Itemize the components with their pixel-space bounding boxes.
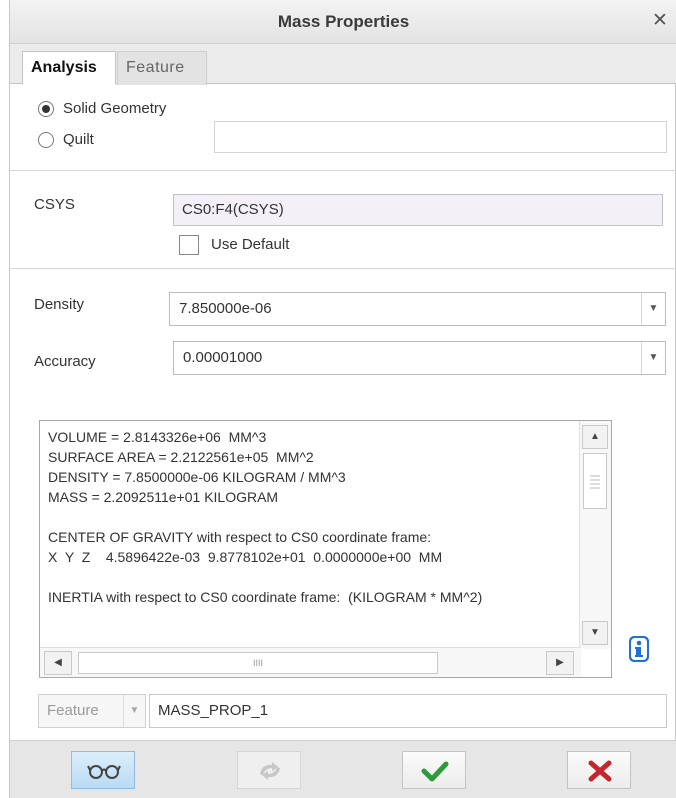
glasses-icon — [87, 765, 121, 779]
use-default-checkbox[interactable] — [179, 235, 199, 255]
mass-properties-dialog: Mass Properties ✕ Analysis Feature Solid… — [9, 0, 676, 798]
info-icon[interactable] — [626, 634, 652, 664]
results-line: SURFACE AREA = 2.2122561e+05 MM^2 — [48, 449, 314, 465]
close-icon[interactable]: ✕ — [649, 10, 671, 32]
results-line — [48, 507, 576, 527]
feature-name-input[interactable]: MASS_PROP_1 — [149, 694, 667, 728]
scroll-up-icon[interactable]: ▲ — [582, 425, 608, 449]
results-text: VOLUME = 2.8143326e+06 MM^3 SURFACE AREA … — [48, 427, 576, 649]
bottom-button-bar — [10, 740, 676, 798]
solid-geometry-label: Solid Geometry — [63, 100, 167, 117]
divider — [10, 268, 676, 269]
title-bar[interactable]: Mass Properties ✕ — [10, 0, 676, 44]
chevron-down-icon[interactable]: ▼ — [641, 293, 665, 325]
quilt-label: Quilt — [63, 131, 94, 148]
accuracy-combo[interactable]: 0.00001000 ▼ — [173, 341, 666, 375]
horizontal-scrollbar[interactable]: ◀ IIII ▶ — [40, 647, 581, 677]
chevron-down-icon[interactable]: ▼ — [641, 342, 665, 374]
accuracy-value: 0.00001000 — [183, 349, 263, 366]
divider — [10, 170, 676, 171]
tab-analysis[interactable]: Analysis — [22, 51, 116, 85]
results-panel[interactable]: VOLUME = 2.8143326e+06 MM^3 SURFACE AREA … — [39, 420, 612, 678]
quilt-input[interactable] — [214, 121, 667, 153]
tab-strip: Analysis Feature — [10, 44, 676, 85]
results-line — [48, 567, 576, 587]
density-label: Density — [34, 296, 85, 313]
csys-field[interactable]: CS0:F4(CSYS) — [173, 194, 663, 226]
grip-icon — [590, 475, 600, 489]
quilt-radio[interactable] — [38, 132, 54, 148]
vertical-scroll-thumb[interactable] — [583, 453, 607, 509]
density-combo[interactable]: 7.850000e-06 ▼ — [169, 292, 666, 326]
results-line: X Y Z 4.5896422e-03 9.8778102e+01 0.0000… — [48, 549, 443, 565]
results-line: DENSITY = 7.8500000e-06 KILOGRAM / MM^3 — [48, 469, 346, 485]
solid-geometry-radio[interactable] — [38, 101, 54, 117]
repeat-button[interactable] — [237, 751, 301, 789]
cancel-x-icon — [588, 760, 612, 782]
csys-label: CSYS — [34, 196, 75, 213]
horizontal-scroll-thumb[interactable]: IIII — [78, 652, 438, 674]
density-value: 7.850000e-06 — [179, 300, 272, 317]
results-line: CENTER OF GRAVITY with respect to CS0 co… — [48, 529, 432, 545]
checkmark-icon — [421, 761, 449, 782]
repeat-icon — [260, 762, 280, 780]
feature-type-label: Feature — [47, 702, 99, 719]
scroll-left-icon[interactable]: ◀ — [44, 651, 72, 675]
results-line: VOLUME = 2.8143326e+06 MM^3 — [48, 429, 267, 445]
scroll-down-icon[interactable]: ▼ — [582, 621, 608, 645]
results-line: MASS = 2.2092511e+01 KILOGRAM — [48, 489, 279, 505]
vertical-scrollbar[interactable]: ▲ ▼ — [579, 421, 611, 649]
results-line: INERTIA with respect to CS0 coordinate f… — [48, 589, 483, 605]
preview-button[interactable] — [71, 751, 135, 789]
dialog-title: Mass Properties — [277, 12, 410, 31]
use-default-label: Use Default — [211, 236, 290, 253]
accuracy-label: Accuracy — [34, 353, 96, 370]
chevron-down-icon: ▼ — [123, 695, 145, 727]
ok-button[interactable] — [402, 751, 466, 789]
feature-type-select: Feature ▼ — [38, 694, 146, 728]
cancel-button[interactable] — [567, 751, 631, 789]
tab-feature[interactable]: Feature — [117, 51, 207, 85]
scroll-right-icon[interactable]: ▶ — [546, 651, 574, 675]
